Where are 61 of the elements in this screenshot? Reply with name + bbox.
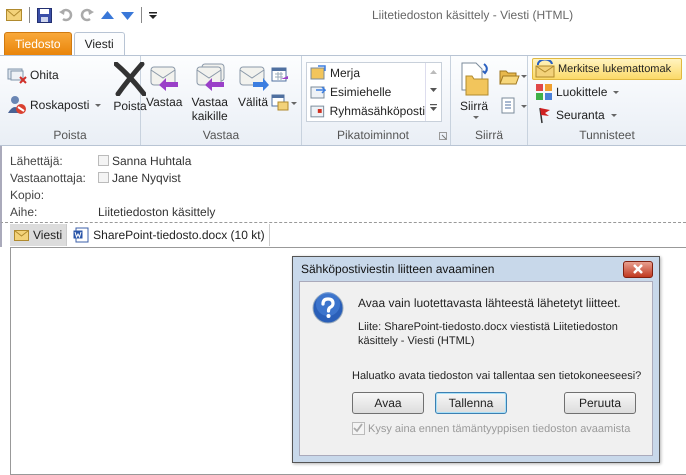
save-icon[interactable] (37, 8, 52, 22)
envelopes-x-icon (7, 66, 27, 84)
calendar-icon[interactable] (271, 66, 289, 84)
dropdown-arrow-icon (613, 90, 620, 94)
dialog-button[interactable]: Peruuta (564, 392, 636, 414)
categorize-button[interactable]: Luokittele (532, 81, 682, 103)
question-icon (312, 292, 344, 324)
dialog-title: Sähköpostiviestin liitteen avaaminen (301, 262, 494, 276)
checkmark-icon (353, 423, 363, 433)
message-tab[interactable]: Viesti (10, 224, 68, 246)
undo-icon[interactable] (59, 8, 73, 22)
group-label: Vastaa (202, 128, 240, 144)
ignore-button[interactable]: Ohita (4, 64, 104, 86)
field-value: Liitetiedoston käsittely (98, 204, 216, 218)
dialog-button[interactable]: Tallenna (435, 392, 507, 414)
attachment-item[interactable]: SharePoint-tiedosto.docx (10 kt) (69, 224, 270, 246)
close-icon (631, 264, 645, 274)
dropdown-arrow-icon (610, 114, 617, 116)
redo-icon[interactable] (80, 8, 94, 22)
junk-button[interactable]: Roskaposti (4, 94, 104, 116)
checkbox[interactable] (98, 155, 109, 166)
quick-step-item[interactable]: Esimiehelle (307, 82, 425, 101)
mark-unread-button[interactable]: Merkitse lukemattomak (532, 58, 682, 80)
dialog-button[interactable]: Avaa (352, 392, 424, 414)
quick-step-item[interactable]: Ryhmäsähköposti (307, 101, 425, 120)
dropdown-arrow-icon (95, 104, 102, 106)
dialog-launcher-icon[interactable] (439, 132, 447, 140)
dialog-message: Avaa vain luotettavasta lähteestä lähetetyt liitteet. (358, 296, 622, 310)
field-label: Kopio: (10, 188, 46, 202)
field-label: Vastaanottaja: (10, 170, 87, 184)
ribbon-tab[interactable]: Viesti (74, 32, 125, 55)
down-arrow-icon[interactable] (121, 10, 134, 20)
group-label: Poista (52, 128, 88, 144)
follow-up-button[interactable]: Seuranta (532, 104, 682, 126)
close-button[interactable] (623, 260, 653, 278)
move-button[interactable]: Siirrä (455, 60, 493, 128)
field-label: Aihe: (10, 204, 38, 218)
dialog-question: Haluatko avata tiedoston vai tallentaa sen tietokoneeseesi? (352, 370, 642, 382)
attachment-details: Liite: SharePoint-tiedosto.docx viestistä Liitetiedoston käsittely - Viesti (HTML) (358, 320, 619, 348)
checkbox[interactable] (98, 172, 109, 183)
group-label: Pikatoiminnot (336, 128, 410, 144)
group-label: Siirrä (474, 128, 504, 144)
reply-all-button[interactable]: Vastaa kaikille (184, 60, 235, 128)
person-block-icon (7, 95, 27, 115)
envelope-left-arrow-icon (194, 62, 226, 92)
envelope-refresh-icon (534, 60, 556, 78)
up-arrow-icon[interactable] (101, 10, 114, 20)
quick-step-item[interactable]: Merja (307, 63, 425, 82)
contact-name[interactable]: Sanna Huhtala (112, 154, 192, 168)
forward-button[interactable]: Välitä (236, 60, 270, 128)
word-document-icon (73, 227, 90, 243)
document-list-icon[interactable] (499, 96, 527, 116)
contact-name[interactable]: Jane Nyqvist (112, 170, 181, 184)
customize-toolbar-icon[interactable] (149, 12, 157, 18)
group-label: Tunnisteet (578, 128, 636, 144)
x-icon (114, 62, 146, 96)
dropdown-arrow-icon (472, 116, 478, 119)
calendar-envelope-icon[interactable] (271, 94, 297, 112)
field-label: Lähettäjä: (10, 154, 64, 168)
color-squares-icon (535, 83, 553, 101)
window-title: Liitetiedoston käsittely - Viesti (HTML) (372, 8, 574, 22)
